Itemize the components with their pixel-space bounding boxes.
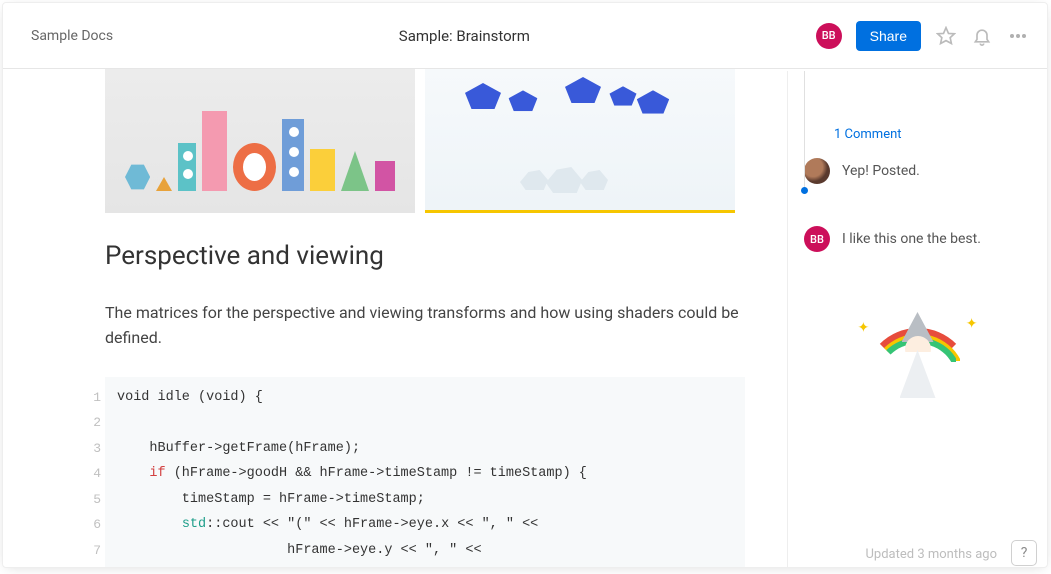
bell-icon[interactable] (971, 25, 993, 47)
comment-text: I like this one the best. (842, 231, 981, 247)
help-button[interactable]: ? (1011, 540, 1037, 566)
document-body: Perspective and viewing The matrices for… (3, 69, 787, 567)
section-heading: Perspective and viewing (105, 241, 745, 271)
code-block[interactable]: 1234567 void idle (void) { hBuffer->getF… (85, 377, 745, 567)
user-avatar[interactable]: BB (816, 23, 842, 49)
star-icon[interactable] (935, 25, 957, 47)
doc-title[interactable]: Sample: Brainstorm (113, 27, 816, 45)
more-icon[interactable] (1007, 25, 1029, 47)
comments-count-link[interactable]: 1 Comment (834, 127, 1031, 142)
image-lowpoly-trees[interactable] (425, 69, 735, 213)
comment-item[interactable]: BB I like this one the best. (804, 226, 1031, 252)
commenter-avatar: BB (804, 226, 830, 252)
folder-name[interactable]: Sample Docs (31, 28, 113, 44)
image-geometric-shapes[interactable] (105, 69, 415, 213)
share-button[interactable]: Share (856, 21, 921, 51)
comments-sidebar: 1 Comment Yep! Posted. BB I like this on… (787, 71, 1047, 567)
commenter-avatar (804, 158, 830, 184)
updated-timestamp: Updated 3 months ago (866, 547, 998, 562)
section-paragraph: The matrices for the perspective and vie… (105, 301, 745, 351)
comment-text: Yep! Posted. (842, 163, 920, 179)
comment-item[interactable]: Yep! Posted. (804, 158, 1031, 184)
wizard-rainbow-sticker: ✦✦ (858, 294, 978, 414)
app-header: Sample Docs Sample: Brainstorm BB Share (3, 3, 1047, 69)
